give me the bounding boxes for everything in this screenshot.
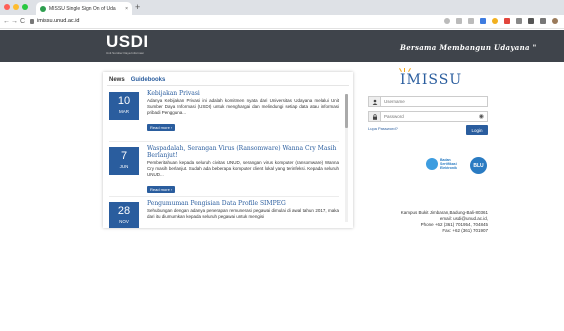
new-tab-button[interactable]: + (135, 2, 140, 12)
profile-avatar[interactable] (552, 18, 558, 24)
news-panel: News Guidebooks 10 MAR Kebijakan Privasi… (103, 72, 353, 228)
news-body: Waspadalah, Serangan Virus (Ransomware) … (147, 145, 339, 196)
extension-icon[interactable] (504, 18, 510, 24)
browser-tab-bar: MISSU Single Sign On of Uda × + (0, 0, 564, 15)
header-tagline: Bersama Membangun Udayana " (400, 43, 537, 52)
tab-guidebooks[interactable]: Guidebooks (131, 76, 166, 85)
date-box: 28 NOV (109, 202, 139, 228)
address-fax: Fax: +62 (361) 701907 (442, 228, 488, 233)
logo-ray (404, 68, 405, 72)
url-field[interactable]: imissu.unud.ac.id (30, 17, 80, 26)
window-controls (4, 4, 28, 10)
news-item: 10 MAR Kebijakan Privasi Adanya Kebijaka… (109, 90, 339, 142)
date-box: 7 JUN (109, 147, 139, 175)
minimize-window-button[interactable] (13, 4, 19, 10)
extension-icon[interactable] (528, 18, 534, 24)
forward-button[interactable]: → (11, 17, 18, 26)
user-icon (369, 97, 381, 106)
lock-icon (369, 112, 381, 121)
star-icon[interactable] (468, 18, 474, 24)
sidebar-icon[interactable] (540, 18, 546, 24)
read-more-button[interactable]: Read more › (147, 124, 176, 131)
url-text: imissu.unud.ac.id (37, 18, 80, 24)
tagline-text: Bersama Membangun Udayana (400, 43, 530, 52)
news-body: Pengumuman Pengisian Data Profile SIMPEG… (147, 200, 339, 220)
date-month: JUN (119, 164, 129, 169)
date-day: 28 (117, 205, 131, 217)
usdi-logo[interactable]: USDI (106, 33, 149, 50)
extension-icon[interactable] (480, 18, 486, 24)
blu-badge: BLU (470, 157, 487, 174)
tab-news[interactable]: News (109, 76, 125, 85)
close-window-button[interactable] (4, 4, 10, 10)
search-icon[interactable] (444, 18, 450, 24)
logo-subtitle: Unit Sumber Daya Informasi (106, 51, 144, 55)
username-input[interactable] (381, 97, 487, 106)
tab-close-icon[interactable]: × (125, 6, 128, 12)
username-field[interactable] (368, 96, 488, 107)
share-icon[interactable] (456, 18, 462, 24)
bsre-badge-text: Badan Sertifikasi Elektronik (440, 158, 457, 170)
news-title-link[interactable]: Kebijakan Privasi (147, 90, 339, 97)
news-tabs: News Guidebooks (109, 76, 165, 85)
bsre-logo-icon (426, 158, 438, 170)
date-month: NOV (119, 219, 129, 224)
back-button[interactable]: ← (3, 17, 10, 26)
imissu-logo: IMISSU (399, 68, 463, 90)
date-day: 7 (120, 150, 128, 162)
password-input[interactable] (381, 112, 487, 121)
news-item: 28 NOV Pengumuman Pengisian Data Profile… (109, 200, 339, 228)
extension-icon[interactable] (516, 18, 522, 24)
login-button[interactable]: Login (466, 125, 488, 135)
imissu-logo-text: IMISSU (400, 72, 463, 88)
date-box: 10 MAR (109, 92, 139, 120)
lock-icon (30, 19, 34, 24)
news-excerpt: Pemberitahuan kepada seluruh civitas UNU… (147, 160, 339, 177)
tab-title: MISSU Single Sign On of Uda (49, 5, 116, 12)
news-title-link[interactable]: Waspadalah, Serangan Virus (Ransomware) … (147, 145, 339, 159)
scrollbar-thumb[interactable] (345, 94, 348, 128)
eye-icon[interactable]: ◉ (479, 113, 484, 121)
news-item: 7 JUN Waspadalah, Serangan Virus (Ransom… (109, 145, 339, 197)
read-more-button[interactable]: Read more › (147, 186, 176, 193)
reload-button[interactable]: C (20, 17, 25, 26)
news-excerpt: Sehubungan dengan adanya penerapan remun… (147, 208, 339, 219)
news-excerpt: Adanya Kebijakan Privasi ini adalah komi… (147, 98, 339, 115)
news-title-link[interactable]: Pengumuman Pengisian Data Profile SIMPEG (147, 200, 339, 207)
forgot-password-link[interactable]: Lupa Password? (368, 126, 398, 131)
tagline-mark: " (532, 43, 537, 52)
address-bar: ← → C imissu.unud.ac.id (0, 15, 564, 29)
extension-icon[interactable] (492, 18, 498, 24)
favicon-icon (40, 5, 46, 12)
extension-toolbar (444, 18, 558, 24)
news-list: 10 MAR Kebijakan Privasi Adanya Kebijaka… (109, 90, 339, 228)
maximize-window-button[interactable] (22, 4, 28, 10)
bsre-badge: Badan Sertifikasi Elektronik (426, 158, 462, 170)
date-day: 10 (117, 95, 131, 107)
news-body: Kebijakan Privasi Adanya Kebijakan Priva… (147, 90, 339, 134)
browser-tab[interactable]: MISSU Single Sign On of Uda × (36, 2, 132, 15)
date-month: MAR (119, 109, 129, 114)
password-field[interactable]: ◉ (368, 111, 488, 122)
tabs-divider (107, 85, 349, 86)
contact-address: Kampus Bukit Jimbaran,Badung-Bali-80361 … (401, 210, 488, 234)
